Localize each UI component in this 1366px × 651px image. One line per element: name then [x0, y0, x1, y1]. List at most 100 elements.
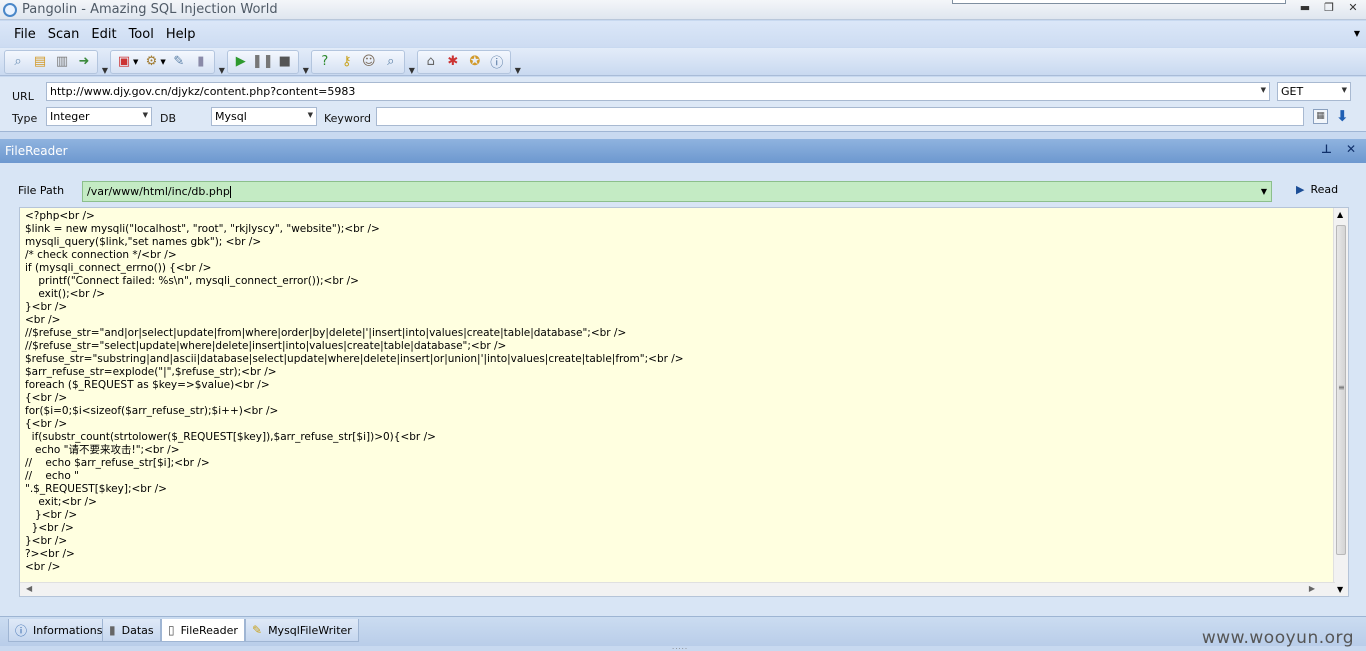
code-line: {<br />: [25, 418, 68, 430]
close-icon[interactable]: ✕: [1346, 1, 1360, 14]
document-icon: ▯: [168, 623, 175, 637]
toolbar-overflow-icon[interactable]: ▼: [513, 66, 523, 75]
grid-icon[interactable]: ▦: [1313, 109, 1328, 124]
help-icon[interactable]: ?: [315, 52, 335, 72]
tab-mysqlfilewriter[interactable]: ✎ MysqlFileWriter: [245, 619, 359, 642]
code-line: /* check connection */<br />: [25, 249, 177, 261]
batch-icon[interactable]: ▣: [114, 52, 134, 72]
tab-filereader[interactable]: ▯ FileReader: [161, 619, 245, 642]
type-select[interactable]: Integer ▼: [46, 107, 152, 126]
keyword-label: Keyword: [324, 112, 371, 125]
restore-icon[interactable]: ❐: [1322, 1, 1336, 14]
pause-icon[interactable]: ❚❚: [252, 52, 274, 72]
save-icon[interactable]: ▥: [52, 52, 72, 72]
menu-tool[interactable]: Tool: [123, 27, 160, 42]
database-icon[interactable]: ▮: [191, 52, 211, 72]
toolbar-group-misc: ⌂ ✱ ✪ ⓘ: [416, 49, 511, 74]
method-select[interactable]: GET ▼: [1277, 82, 1351, 101]
type-value: Integer: [50, 110, 90, 123]
download-arrow-icon[interactable]: ⬇: [1336, 107, 1349, 125]
scroll-up-icon[interactable]: ▲: [1337, 210, 1343, 219]
panel-controls: ⊥ ✕: [1321, 142, 1356, 156]
open-folder-icon[interactable]: ▤: [30, 52, 50, 72]
menu-overflow-icon[interactable]: ▼: [1354, 29, 1360, 38]
toolbar-overflow-icon[interactable]: ▼: [217, 66, 227, 75]
chevron-down-icon[interactable]: ▼: [160, 58, 165, 66]
toolbar-overflow-icon[interactable]: ▼: [301, 66, 311, 75]
horizontal-scrollbar[interactable]: ◀ ▶: [20, 582, 1335, 596]
code-line: exit();<br />: [25, 288, 106, 300]
code-line: }<br />: [25, 301, 68, 313]
code-line: //$refuse_str="select|update|where|delet…: [25, 340, 507, 352]
chevron-down-icon[interactable]: ▼: [1261, 86, 1266, 94]
export-icon[interactable]: ➜: [74, 52, 94, 72]
code-line: //$refuse_str="and|or|select|update|from…: [25, 327, 627, 339]
title-bar: Pangolin - Amazing SQL Injection World ▬…: [0, 0, 1366, 20]
tab-datas[interactable]: ▮ Datas: [102, 619, 161, 642]
menu-edit[interactable]: Edit: [85, 27, 122, 42]
code-line: ".$_REQUEST[$key];<br />: [25, 483, 167, 495]
scroll-left-icon[interactable]: ◀: [26, 584, 32, 593]
filereader-title: FileReader: [5, 144, 68, 158]
file-path-input[interactable]: /var/www/html/inc/db.php ▼: [82, 181, 1272, 202]
db-select[interactable]: Mysql ▼: [211, 107, 317, 126]
file-path-label: File Path: [18, 184, 65, 197]
bottom-tab-bar: ⓘ Informations ▮ Datas ▯ FileReader ✎ My…: [0, 616, 1366, 651]
info-icon: ⓘ: [15, 623, 28, 638]
tab-informations[interactable]: ⓘ Informations: [8, 619, 110, 642]
stop-icon[interactable]: ■: [275, 52, 295, 72]
keyword-input[interactable]: [376, 107, 1304, 126]
minimize-icon[interactable]: ▬: [1298, 1, 1312, 14]
menu-file[interactable]: File: [8, 27, 42, 42]
chevron-down-icon[interactable]: ▼: [1342, 86, 1347, 94]
chevron-down-icon[interactable]: ▼: [1261, 187, 1267, 196]
code-line: // echo ": [25, 470, 79, 482]
read-button[interactable]: ▶ Read: [1296, 183, 1338, 196]
play-icon[interactable]: ▶: [231, 52, 251, 72]
title-bar-field: [952, 0, 1286, 4]
code-line: $link = new mysqli("localhost", "root", …: [25, 223, 380, 235]
home-icon[interactable]: ⌂: [421, 52, 441, 72]
chevron-down-icon[interactable]: ▼: [143, 111, 148, 119]
toolbar-overflow-icon[interactable]: ▼: [407, 66, 417, 75]
settings-icon[interactable]: ⚙: [141, 52, 161, 72]
file-content-viewer[interactable]: <?php<br /> $link = new mysqli("localhost…: [19, 207, 1349, 597]
code-line: foreach ($_REQUEST as $key=>$value)<br /…: [25, 379, 270, 391]
users-icon[interactable]: ☺: [359, 52, 379, 72]
code-line: $arr_refuse_str=explode("|",$refuse_str)…: [25, 366, 277, 378]
tab-label: Datas: [121, 623, 154, 637]
toolbar-overflow-icon[interactable]: ▼: [100, 66, 110, 75]
code-line: <?php<br />: [25, 210, 95, 222]
toolbar: ⌕ ▤ ▥ ➜ ▼ ▣ ▼ ⚙ ▼ ✎ ▮ ▼ ▶ ❚❚ ■ ▼ ? ⚷ ☺ ⌕…: [0, 48, 1366, 76]
bug-icon[interactable]: ✱: [443, 52, 463, 72]
code-line: if(substr_count(strtolower($_REQUEST[$ke…: [25, 431, 436, 443]
magnifier-icon[interactable]: ⌕: [8, 52, 28, 72]
code-line: }<br />: [25, 522, 74, 534]
text-caret: [229, 186, 231, 198]
vertical-scrollbar[interactable]: ▲ ≡ ▼: [1333, 208, 1348, 596]
wrench-icon[interactable]: ✎: [169, 52, 189, 72]
code-line: <br />: [25, 314, 61, 326]
url-input[interactable]: http://www.djy.gov.cn/djykz/content.php?…: [46, 82, 1270, 101]
menu-bar: File Scan Edit Tool Help ▼: [0, 21, 1366, 47]
info-icon[interactable]: ⓘ: [487, 52, 507, 72]
tab-label: FileReader: [180, 623, 238, 637]
menu-scan[interactable]: Scan: [42, 27, 86, 42]
resize-grip[interactable]: .....: [672, 643, 688, 651]
type-label: Type: [12, 112, 38, 125]
chevron-down-icon[interactable]: ▼: [133, 58, 138, 66]
grip-icon: ≡: [1338, 383, 1345, 392]
close-panel-icon[interactable]: ✕: [1346, 142, 1356, 156]
pin-icon[interactable]: ⊥: [1321, 142, 1332, 156]
code-line: <br />: [25, 561, 61, 573]
scroll-right-icon[interactable]: ▶: [1309, 584, 1315, 593]
update-icon[interactable]: ✪: [465, 52, 485, 72]
url-value: http://www.djy.gov.cn/djykz/content.php?…: [50, 85, 356, 98]
menu-help[interactable]: Help: [160, 27, 202, 42]
chevron-down-icon[interactable]: ▼: [308, 111, 313, 119]
scroll-down-icon[interactable]: ▼: [1337, 585, 1343, 594]
key-icon[interactable]: ⚷: [337, 52, 357, 72]
search-icon[interactable]: ⌕: [381, 52, 401, 72]
file-path-value: /var/www/html/inc/db.php: [87, 185, 230, 198]
target-panel: URL http://www.djy.gov.cn/djykz/content.…: [0, 77, 1366, 132]
